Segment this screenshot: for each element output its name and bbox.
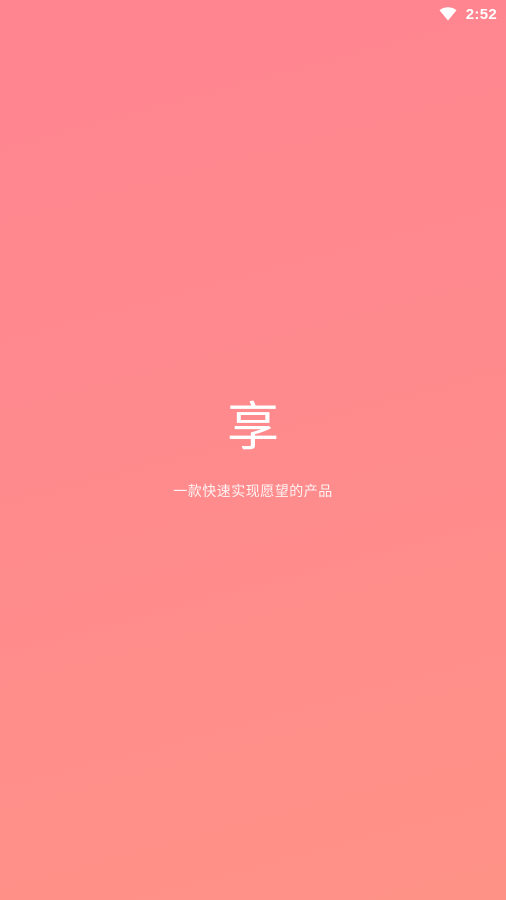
splash-screen: 2:52 享 一款快速实现愿望的产品 <box>0 0 506 900</box>
status-time: 2:52 <box>465 5 497 23</box>
wifi-icon <box>439 7 457 21</box>
status-bar: 2:52 <box>439 0 506 28</box>
app-tagline: 一款快速实现愿望的产品 <box>173 484 333 500</box>
app-logo: 享 <box>226 398 279 458</box>
